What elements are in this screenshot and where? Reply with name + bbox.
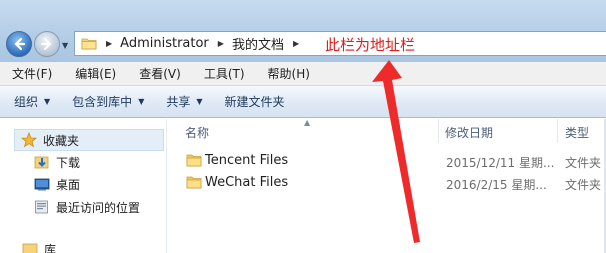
annotation-label: 此栏为地址栏 xyxy=(325,36,416,54)
menu-view[interactable]: 查看(V) xyxy=(135,63,185,84)
column-separator[interactable] xyxy=(438,119,439,143)
folder-icon xyxy=(186,153,202,167)
arrow-right-icon xyxy=(40,37,52,51)
file-row[interactable]: Tencent Files 2015/12/11 星期... 文件夹 xyxy=(168,150,606,172)
nav-libraries-label: 库 xyxy=(44,243,57,253)
share-button[interactable]: 共享 ▼ xyxy=(166,93,202,110)
file-name: WeChat Files xyxy=(205,175,289,190)
column-header-row: ▲ 名称 修改日期 类型 xyxy=(168,118,606,143)
include-in-library-button[interactable]: 包含到库中 ▼ xyxy=(72,93,144,110)
sort-ascending-icon: ▲ xyxy=(304,118,311,127)
nav-item-desktop[interactable]: 桌面 xyxy=(34,173,80,195)
file-date: 2015/12/11 星期... xyxy=(446,156,555,170)
recent-places-icon xyxy=(34,199,50,215)
folder-icon xyxy=(186,175,202,189)
menu-tools[interactable]: 工具(T) xyxy=(200,63,249,84)
nav-downloads-label: 下载 xyxy=(56,155,81,170)
nav-item-downloads[interactable]: 下载 xyxy=(34,151,80,173)
file-row[interactable]: WeChat Files 2016/2/15 星期... 文件夹 xyxy=(168,172,606,194)
nav-item-favorites[interactable]: 收藏夹 xyxy=(14,129,164,151)
nav-desktop-label: 桌面 xyxy=(56,177,81,192)
breadcrumb-chevron-icon[interactable]: ▶ xyxy=(218,39,224,48)
desktop-icon xyxy=(34,176,50,192)
downloads-folder-icon xyxy=(34,154,50,170)
column-header-type[interactable]: 类型 xyxy=(565,124,589,141)
menu-bar: 文件(F) 编辑(E) 查看(V) 工具(T) 帮助(H) xyxy=(0,62,606,86)
nav-item-libraries[interactable]: 库 xyxy=(22,241,56,253)
new-folder-button[interactable]: 新建文件夹 xyxy=(225,93,285,110)
chevron-down-icon: ▼ xyxy=(138,97,145,106)
breadcrumb-my-documents[interactable]: 我的文档 xyxy=(232,34,284,53)
include-in-library-label: 包含到库中 xyxy=(72,95,133,109)
nav-item-recent-places[interactable]: 最近访问的位置 xyxy=(34,196,140,218)
column-header-date[interactable]: 修改日期 xyxy=(445,124,493,141)
new-folder-label: 新建文件夹 xyxy=(224,95,285,109)
command-bar: 组织 ▼ 包含到库中 ▼ 共享 ▼ 新建文件夹 xyxy=(0,86,606,118)
recent-pages-dropdown-icon[interactable]: ▼ xyxy=(62,41,68,50)
file-type: 文件夹 xyxy=(565,178,602,192)
pane-divider[interactable] xyxy=(166,119,167,253)
navigation-pane: 收藏夹 下载 桌面 最近访问的位置 库 xyxy=(0,119,166,253)
chevron-down-icon: ▼ xyxy=(196,97,203,106)
column-header-name[interactable]: 名称 xyxy=(185,124,209,141)
arrow-left-icon xyxy=(14,37,26,51)
nav-recent-places-label: 最近访问的位置 xyxy=(56,200,141,215)
menu-help[interactable]: 帮助(H) xyxy=(264,63,314,84)
folder-icon xyxy=(81,37,97,50)
forward-button[interactable] xyxy=(34,31,60,57)
library-icon xyxy=(22,241,38,253)
share-label: 共享 xyxy=(166,95,191,109)
organize-button[interactable]: 组织 ▼ xyxy=(14,93,50,110)
menu-file[interactable]: 文件(F) xyxy=(8,63,56,84)
chevron-down-icon: ▼ xyxy=(44,97,51,106)
nav-favorites-label: 收藏夹 xyxy=(43,133,80,148)
star-icon xyxy=(20,131,38,148)
breadcrumb-chevron-icon[interactable]: ▶ xyxy=(293,39,299,48)
breadcrumb-administrator[interactable]: Administrator xyxy=(120,36,209,51)
column-separator[interactable] xyxy=(557,119,558,143)
menu-edit[interactable]: 编辑(E) xyxy=(71,63,120,84)
file-name: Tencent Files xyxy=(205,153,289,168)
file-date: 2016/2/15 星期... xyxy=(446,178,547,192)
file-type: 文件夹 xyxy=(565,156,602,170)
breadcrumb-chevron-icon[interactable]: ▶ xyxy=(106,39,112,48)
back-button[interactable] xyxy=(6,31,32,57)
organize-label: 组织 xyxy=(14,95,39,109)
title-bar: ▼ ▶ Administrator ▶ 我的文档 ▶ 此栏为地址栏 xyxy=(0,0,606,62)
